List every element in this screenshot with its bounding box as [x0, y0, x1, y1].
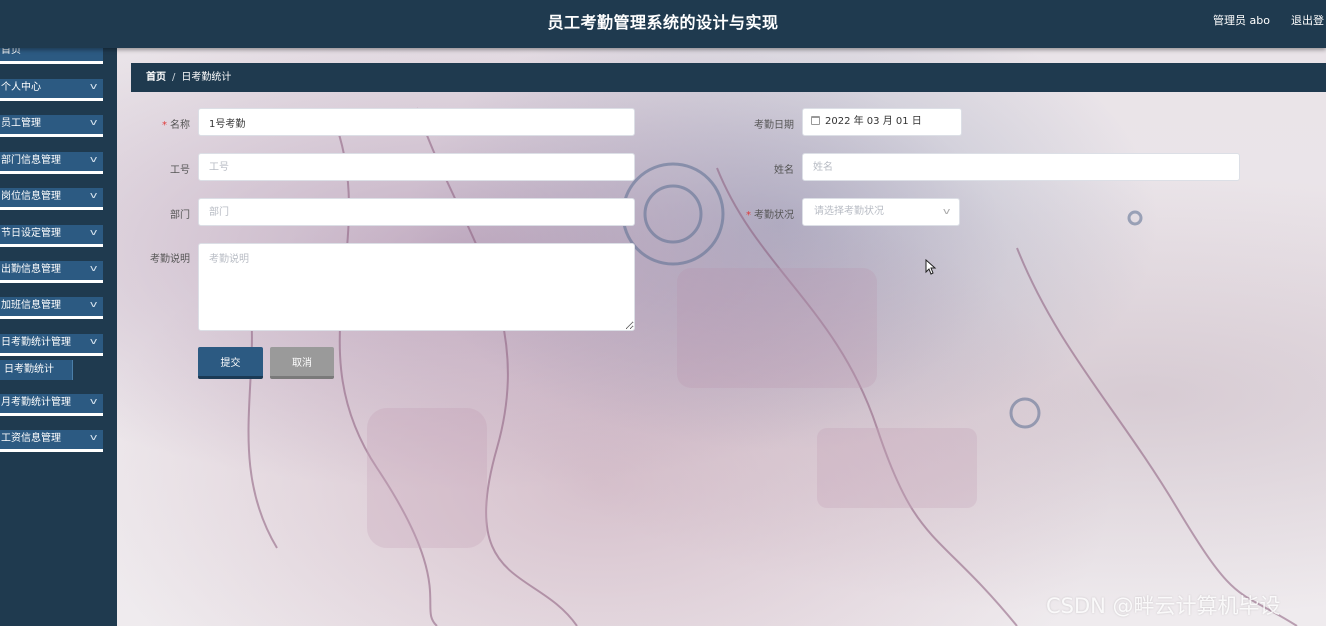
sidebar-item-label: 日考勤统计管理: [1, 337, 71, 348]
chevron-down-icon: v: [89, 155, 98, 165]
status-placeholder: 请选择考勤状况: [814, 206, 884, 217]
sidebar-item-overtime[interactable]: 加班信息管理 v: [0, 297, 103, 319]
mouse-cursor-icon: [925, 259, 937, 275]
breadcrumb-separator: /: [172, 72, 176, 83]
date-picker[interactable]: 2022 年 03 月 01 日: [802, 108, 962, 136]
sidebar: 首页 个人中心 v 员工管理 v 部门信息管理 v 岗位信息管理 v 节日设定管…: [0, 48, 117, 626]
required-marker: *: [162, 120, 167, 131]
employee-name-input[interactable]: [802, 153, 1240, 181]
breadcrumb: 首页 / 日考勤统计: [131, 63, 1326, 92]
date-label: 考勤日期: [754, 120, 794, 131]
submit-button[interactable]: 提交: [198, 347, 263, 379]
sidebar-item-employees[interactable]: 员工管理 v: [0, 115, 103, 137]
breadcrumb-home[interactable]: 首页: [146, 72, 166, 83]
top-header: 员工考勤管理系统的设计与实现 管理员 abo 退出登: [0, 0, 1326, 48]
status-label: * 考勤状况: [746, 210, 794, 221]
cancel-button[interactable]: 取消: [270, 347, 334, 379]
sidebar-item-label: 首页: [1, 48, 21, 56]
main-content: 首页 / 日考勤统计 *名称 考勤日期 2022 年 03 月 01 日 工号 姓名…: [117, 48, 1326, 626]
chevron-down-icon: v: [89, 191, 98, 201]
employee-no-label: 工号: [170, 165, 190, 176]
calendar-icon: [811, 116, 820, 125]
name-input[interactable]: [198, 108, 635, 136]
chevron-down-icon: v: [89, 82, 98, 92]
sidebar-item-label: 岗位信息管理: [1, 191, 61, 202]
sidebar-item-departments[interactable]: 部门信息管理 v: [0, 152, 103, 174]
breadcrumb-current: 日考勤统计: [181, 72, 232, 83]
chevron-down-icon: v: [89, 264, 98, 274]
name-label: * 名称: [162, 120, 190, 131]
sidebar-item-label: 部门信息管理: [1, 155, 61, 166]
chevron-down-icon: v: [89, 118, 98, 128]
chevron-down-icon: v: [89, 300, 98, 310]
chevron-down-icon: v: [89, 228, 98, 238]
sidebar-item-attendance[interactable]: 出勤信息管理 v: [0, 261, 103, 283]
note-label: 考勤说明: [150, 254, 190, 265]
sidebar-item-profile[interactable]: 个人中心 v: [0, 79, 103, 101]
sidebar-item-label: 员工管理: [1, 118, 41, 129]
department-label: 部门: [170, 210, 190, 221]
sidebar-item-positions[interactable]: 岗位信息管理 v: [0, 188, 103, 210]
required-marker: *: [746, 210, 751, 221]
chevron-down-icon: v: [89, 397, 98, 407]
chevron-down-icon: v: [942, 207, 951, 217]
department-input[interactable]: [198, 198, 635, 226]
sidebar-item-monthly-stats[interactable]: 月考勤统计管理 v: [0, 394, 103, 416]
watermark: CSDN @畔云计算机毕设: [1046, 594, 1281, 618]
note-textarea[interactable]: [198, 243, 635, 331]
employee-no-input[interactable]: [198, 153, 635, 181]
sidebar-item-salary[interactable]: 工资信息管理 v: [0, 430, 103, 452]
status-select[interactable]: 请选择考勤状况 v: [802, 198, 960, 226]
logout-link[interactable]: 退出登: [1291, 12, 1324, 28]
sidebar-item-label: 加班信息管理: [1, 300, 61, 311]
sidebar-subitem-daily-stats[interactable]: 日考勤统计: [0, 360, 73, 380]
sidebar-item-holidays[interactable]: 节日设定管理 v: [0, 225, 103, 247]
sidebar-item-home[interactable]: 首页: [0, 48, 103, 64]
sidebar-item-label: 工资信息管理: [1, 433, 61, 444]
sidebar-item-label: 月考勤统计管理: [1, 397, 71, 408]
current-user-label: 管理员 abo: [1213, 14, 1270, 27]
chevron-down-icon: v: [89, 337, 98, 347]
sidebar-subitem-label: 日考勤统计: [4, 364, 54, 375]
sidebar-item-daily-stats[interactable]: 日考勤统计管理 v: [0, 334, 103, 356]
app-title: 员工考勤管理系统的设计与实现: [547, 13, 779, 32]
employee-name-label: 姓名: [774, 165, 794, 176]
sidebar-item-label: 节日设定管理: [1, 228, 61, 239]
date-value: 2022 年 03 月 01 日: [825, 116, 922, 127]
sidebar-item-label: 出勤信息管理: [1, 264, 61, 275]
sidebar-item-label: 个人中心: [1, 82, 41, 93]
chevron-down-icon: v: [89, 433, 98, 443]
